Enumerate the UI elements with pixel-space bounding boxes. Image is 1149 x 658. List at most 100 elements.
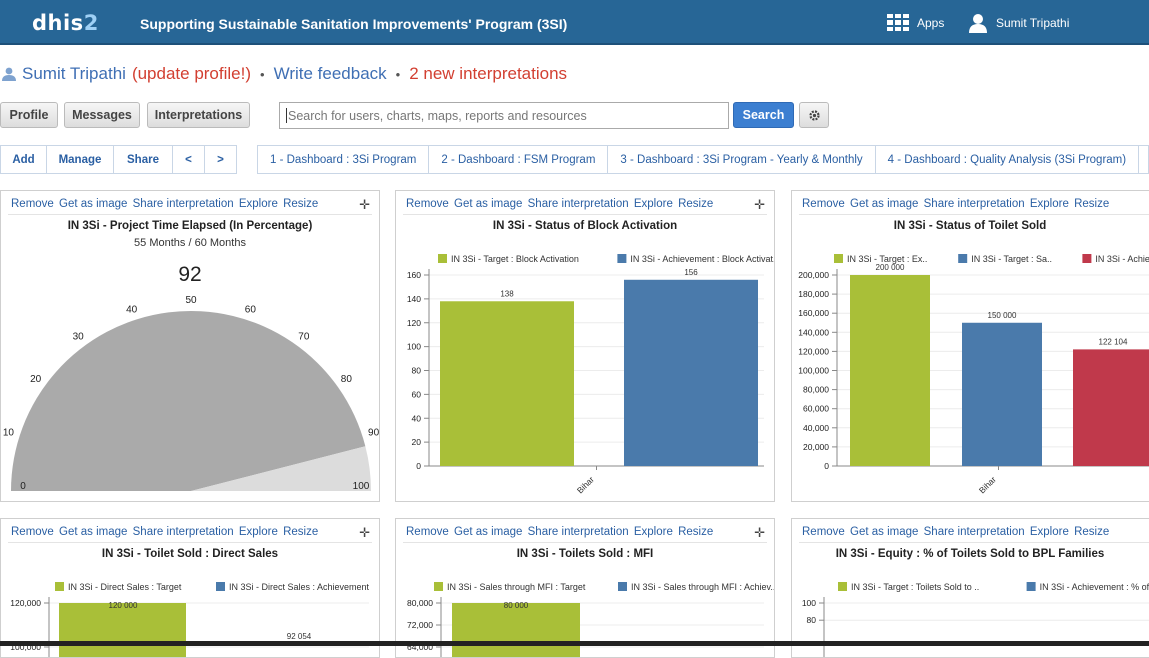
legend-swatch [434, 582, 443, 591]
y-tick-label: 60,000 [803, 404, 829, 414]
separator: • [395, 66, 401, 82]
dashboard-tabs: 1 - Dashboard : 3Si Program 2 - Dashboar… [257, 145, 1149, 174]
dashboard-tab-4[interactable]: 4 - Dashboard : Quality Analysis (3Si Pr… [876, 146, 1140, 173]
bar-chart-direct-sales: 120,000100,000IN 3Si - Direct Sales : Ta… [10, 582, 370, 657]
dashboard-tab-2[interactable]: 2 - Dashboard : FSM Program [429, 146, 609, 173]
bar [452, 603, 580, 657]
search-button[interactable]: Search [733, 102, 794, 128]
y-tick-label: 0 [416, 461, 421, 471]
legend-swatch [617, 254, 627, 263]
gauge-tick-label: 30 [73, 332, 85, 343]
legend-swatch [618, 582, 627, 591]
apps-menu[interactable]: Apps [887, 14, 945, 32]
y-tick-label: 80,000 [803, 385, 829, 395]
legend-swatch [1082, 254, 1092, 263]
text-caret [286, 108, 287, 123]
update-profile-link[interactable]: (update profile!) [132, 64, 251, 84]
y-tick-label: 200,000 [798, 270, 829, 280]
bar-value-label: 138 [500, 289, 514, 298]
gauge-tick-label: 70 [298, 332, 310, 343]
y-tick-label: 100 [407, 342, 421, 352]
legend-label: IN 3Si - Target : Sa.. [971, 254, 1052, 264]
bar-value-label: 122 104 [1099, 337, 1128, 346]
chart-panel-gauge: Remove Get as image Share interpretation… [0, 190, 380, 502]
x-tick-label: Bihar [977, 474, 998, 495]
y-tick-label: 180,000 [798, 289, 829, 299]
gauge-value: 92 [178, 263, 201, 286]
y-tick-label: 40 [412, 413, 422, 423]
manage-button[interactable]: Manage [47, 146, 114, 173]
bar [1073, 349, 1149, 466]
legend-label: IN 3Si - Sales through MFI : Target [447, 582, 586, 592]
x-tick-label: Bihar [575, 474, 596, 495]
bar [59, 603, 186, 657]
search-input[interactable]: Search for users, charts, maps, reports … [279, 102, 729, 129]
bar-chart-equity: 100 80 IN 3Si - Target : Toilets Sold to .… [802, 582, 1149, 657]
y-tick-label: 80,000 [407, 598, 433, 608]
gauge-tick-label: 40 [126, 304, 138, 315]
y-tick-label: 100,000 [798, 366, 829, 376]
legend-label: IN 3Si - Direct Sales : Target [68, 582, 182, 592]
profile-user-link[interactable]: Sumit Tripathi [22, 64, 126, 84]
legend-swatch [1026, 582, 1036, 591]
bar [962, 322, 1042, 466]
intro-line: Sumit Tripathi (update profile!) • Write… [2, 64, 567, 84]
dhis2-logo[interactable]: dhis2 [32, 11, 99, 35]
add-button[interactable]: Add [1, 146, 47, 173]
settings-gear-icon[interactable] [799, 102, 829, 128]
legend-label: IN 3Si - Achievement : % of Toilet.. [1040, 582, 1149, 592]
gauge-tick-label: 10 [3, 428, 15, 439]
legend-label: IN 3Si - Sales through MFI : Achiev.. [631, 582, 774, 592]
taskbar-strip [0, 641, 1149, 646]
prev-button[interactable]: < [173, 146, 205, 173]
gauge-tick-label: 0 [20, 481, 26, 492]
y-tick-label: 160 [407, 270, 421, 280]
legend-swatch [834, 254, 843, 263]
legend-label: IN 3Si - Target : Toilets Sold to .. [851, 582, 979, 592]
user-name: Sumit Tripathi [996, 16, 1070, 30]
bar-value-label: 150 000 [988, 311, 1017, 320]
y-tick-label: 100 [802, 598, 816, 608]
user-menu[interactable]: Sumit Tripathi [969, 13, 1069, 33]
new-interpretations-link[interactable]: 2 new interpretations [409, 64, 567, 84]
apps-grid-icon [887, 14, 909, 32]
user-icon [969, 14, 987, 33]
dashboard-toolbar: Add Manage Share < > [0, 145, 237, 174]
bar-value-label: 200 000 [876, 263, 905, 272]
profile-button[interactable]: Profile [0, 102, 58, 128]
y-tick-label: 120,000 [798, 346, 829, 356]
bar-value-label: 156 [684, 268, 698, 277]
y-tick-label: 72,000 [407, 620, 433, 630]
legend-swatch [958, 254, 968, 263]
gauge-tick-label: 60 [245, 304, 257, 315]
share-button[interactable]: Share [114, 146, 173, 173]
y-tick-label: 80 [412, 366, 422, 376]
chart-panel-equity: Remove Get as image Share interpretation… [791, 518, 1149, 658]
dashboard-tab-1[interactable]: 1 - Dashboard : 3Si Program [258, 146, 430, 173]
gauge-tick-label: 100 [353, 481, 370, 492]
apps-label: Apps [917, 15, 945, 30]
y-tick-label: 20,000 [803, 442, 829, 452]
bar [850, 275, 930, 466]
gauge-chart: 92 0 10 20 30 40 50 60 70 80 90 100 [3, 263, 379, 492]
y-tick-label: 120 [407, 318, 421, 328]
bar-chart-mfi: 80,00072,00064,000IN 3Si - Sales through… [407, 582, 774, 657]
bar [624, 279, 758, 466]
top-header: dhis2 Supporting Sustainable Sanitation … [0, 0, 1149, 45]
y-tick-label: 60 [412, 389, 422, 399]
bar [440, 301, 574, 466]
legend-swatch [216, 582, 225, 591]
gauge-tick-label: 90 [368, 428, 379, 439]
bar-chart-block-activation: 0 20 40 60 80 100 120 140 160 IN 3Si - Target : B… [407, 254, 774, 495]
write-feedback-link[interactable]: Write feedback [274, 64, 387, 84]
next-button[interactable]: > [205, 146, 236, 173]
y-tick-label: 20 [412, 437, 422, 447]
interpretations-button[interactable]: Interpretations [147, 102, 250, 128]
separator: • [260, 66, 265, 82]
messages-button[interactable]: Messages [64, 102, 140, 128]
chart-panel-toilet-sold: Remove Get as image Share interpretation… [791, 190, 1149, 502]
dashboard-tab-3[interactable]: 3 - Dashboard : 3Si Program - Yearly & M… [608, 146, 876, 173]
bar-value-label: 120 000 [109, 601, 138, 610]
legend-swatch [55, 582, 64, 591]
y-tick-label: 160,000 [798, 308, 829, 318]
